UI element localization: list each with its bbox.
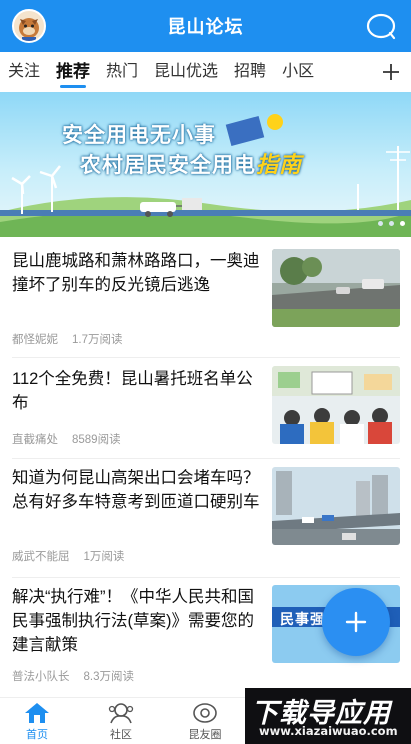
post-thumbnail[interactable] [272, 366, 400, 444]
app-title: 昆山论坛 [167, 17, 244, 37]
search-icon [366, 13, 396, 40]
category-tabs: 关注 推荐 热门 昆山优选 招聘 小区 [0, 52, 411, 92]
post-meta: 直截痛处 8589阅读 [12, 431, 121, 447]
tab-follow[interactable]: 关注 [0, 52, 48, 92]
banner-headline: 安全用电无小事 [62, 124, 216, 147]
post-item[interactable]: 昆山鹿城路和萧林路路口，一奥迪撞坏了别车的反光镜后逃逸 都怪妮妮 1.7万阅读 [0, 237, 411, 357]
tab-recommend[interactable]: 推荐 [48, 52, 98, 92]
top-app-bar: 昆山论坛 [0, 0, 411, 52]
tab-kunshan-picks[interactable]: 昆山优选 [146, 52, 226, 92]
post-author[interactable]: 直截痛处 [12, 434, 58, 446]
post-read-count: 1万阅读 [83, 551, 125, 563]
carousel-dot-active[interactable] [400, 221, 405, 226]
post-meta: 都怪妮妮 1.7万阅读 [12, 331, 123, 347]
post-item[interactable]: 112个全免费！昆山暑托班名单公布 直截痛处 8589阅读 [0, 358, 411, 458]
user-avatar[interactable] [12, 9, 46, 43]
nav-friends-circle-label: 昆友圈 [188, 729, 222, 741]
home-icon [25, 703, 49, 723]
post-title[interactable]: 知道为何昆山高架出口会堵车吗？总有好多车特意考到匝道口硬别车 [12, 466, 264, 514]
nav-friends-circle[interactable]: 昆友圈 [175, 702, 235, 742]
community-icon [108, 703, 134, 724]
post-thumbnail[interactable] [272, 249, 400, 327]
site-watermark: 下载导应用 www.xiazaiwuao.com [245, 688, 411, 744]
post-read-count: 8589阅读 [72, 434, 121, 446]
post-author[interactable]: 都怪妮妮 [12, 334, 58, 346]
banner-subheadline: 农村居民安全用电指南 [80, 147, 302, 179]
tab-jobs[interactable]: 招聘 [226, 52, 274, 92]
nav-home-label: 首页 [26, 729, 48, 741]
thumbnail-caption: 民事强 [280, 611, 325, 627]
mascot-icon [19, 18, 39, 41]
post-thumbnail[interactable] [272, 467, 400, 545]
plus-icon [345, 611, 367, 633]
friends-circle-icon [193, 703, 217, 723]
nav-community-label: 社区 [110, 729, 132, 741]
search-button[interactable] [365, 11, 397, 43]
post-meta: 普法小队长 8.3万阅读 [12, 668, 134, 684]
post-title[interactable]: 解决“执行难”！《中华人民共和国民事强制执行法(草案)》需要您的建言献策 [12, 585, 264, 657]
carousel-dot[interactable] [378, 221, 383, 226]
compose-post-button[interactable] [322, 588, 390, 656]
post-meta: 威武不能屈 1万阅读 [12, 548, 124, 564]
nav-home[interactable]: 首页 [7, 702, 67, 742]
tab-hot[interactable]: 热门 [98, 52, 146, 92]
classroom-photo [272, 366, 400, 444]
post-item[interactable]: 知道为何昆山高架出口会堵车吗？总有好多车特意考到匝道口硬别车 威武不能屈 1万阅读 [0, 459, 411, 577]
banner-subheadline-main: 农村居民安全用电 [80, 154, 256, 177]
banner-subheadline-highlight: 指南 [256, 152, 303, 177]
post-read-count: 1.7万阅读 [72, 334, 123, 346]
post-author[interactable]: 威武不能屈 [12, 551, 70, 563]
post-title[interactable]: 昆山鹿城路和萧林路路口，一奥迪撞坏了别车的反光镜后逃逸 [12, 249, 264, 297]
carousel-indicator [378, 221, 405, 226]
road-photo [272, 249, 400, 327]
highway-photo [272, 467, 400, 545]
post-title[interactable]: 112个全免费！昆山暑托班名单公布 [12, 367, 264, 415]
plus-icon [383, 64, 399, 80]
add-tab-button[interactable] [377, 52, 405, 92]
tab-community[interactable]: 小区 [274, 52, 322, 92]
watermark-url: www.xiazaiwuao.com [259, 724, 398, 738]
nav-community[interactable]: 社区 [91, 702, 151, 742]
promo-banner[interactable]: 安全用电无小事 农村居民安全用电指南 [0, 92, 411, 237]
carousel-dot[interactable] [389, 221, 394, 226]
post-author[interactable]: 普法小队长 [12, 671, 70, 683]
post-read-count: 8.3万阅读 [83, 671, 135, 683]
